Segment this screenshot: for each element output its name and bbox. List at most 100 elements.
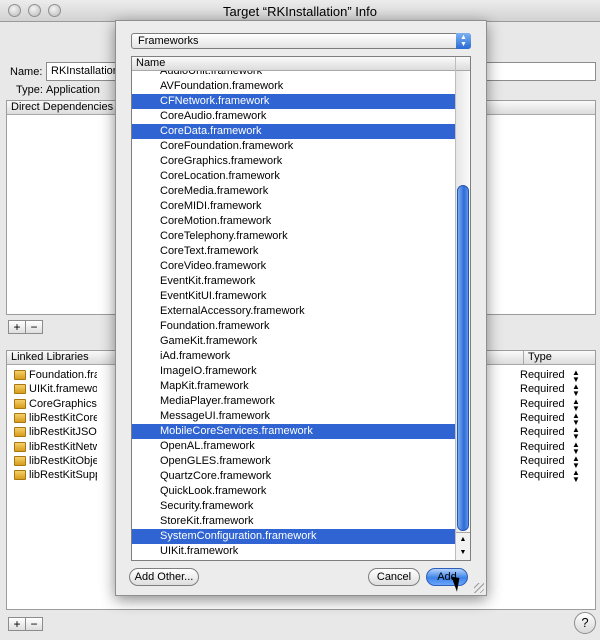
framework-row[interactable]: AudioUnit.framework [132, 71, 456, 79]
type-stepper-icon[interactable]: ▲ ▼ [572, 369, 580, 384]
type-stepper-icon[interactable]: ▲ ▼ [572, 426, 580, 441]
remove-dependency-button[interactable]: − [25, 320, 43, 334]
library-row[interactable]: UIKit.framework [14, 383, 97, 397]
framework-row[interactable]: CoreLocation.framework [132, 169, 456, 184]
framework-row[interactable]: iAd.framework [132, 349, 456, 364]
add-dependency-button[interactable]: + [8, 320, 26, 334]
title-bar: Target “RKInstallation” Info [0, 0, 600, 22]
framework-icon [14, 370, 26, 381]
library-type[interactable]: Required [520, 469, 565, 481]
library-row[interactable]: libRestKitCoreData.a [14, 412, 97, 426]
framework-row[interactable]: CFNetwork.framework [132, 94, 456, 109]
name-column-header[interactable]: Name [132, 57, 456, 71]
cancel-button[interactable]: Cancel [368, 568, 420, 586]
framework-icon [14, 398, 26, 409]
library-row[interactable]: libRestKitObjectMapping.a [14, 455, 97, 469]
scroll-down-icon[interactable]: ▼ [460, 549, 467, 556]
resize-grip-icon[interactable] [474, 583, 484, 593]
library-type[interactable]: Required [520, 398, 565, 410]
framework-row[interactable]: MapKit.framework [132, 379, 456, 394]
scroll-arrows[interactable]: ▲ ▼ [456, 532, 470, 560]
framework-row[interactable]: UIKit.framework [132, 544, 456, 559]
add-other-button[interactable]: Add Other... [129, 568, 199, 586]
library-row[interactable]: libRestKitNetwork.a [14, 441, 97, 455]
frameworks-rows: AudioUnit.framework AVFoundation.framewor… [132, 71, 456, 560]
type-stepper-icon[interactable]: ▲ ▼ [572, 411, 580, 426]
framework-row[interactable]: EventKit.framework [132, 274, 456, 289]
library-name: libRestKitCoreData.a [29, 411, 97, 424]
library-type[interactable]: Required [520, 441, 565, 453]
frameworks-popup[interactable]: Frameworks ▲ ▼ [131, 33, 471, 49]
scrollbar-thumb[interactable] [457, 185, 469, 531]
framework-row[interactable]: CoreMotion.framework [132, 214, 456, 229]
framework-row[interactable]: MessageUI.framework [132, 409, 456, 424]
scroll-up-icon[interactable]: ▲ [460, 536, 467, 543]
framework-row[interactable]: CoreText.framework [132, 244, 456, 259]
framework-row[interactable]: EventKitUI.framework [132, 289, 456, 304]
add-frameworks-sheet: Frameworks ▲ ▼ Name AudioUnit.framework AV… [115, 20, 487, 596]
library-name: libRestKitJSONParser.a [29, 426, 97, 439]
framework-row[interactable]: MediaPlayer.framework [132, 394, 456, 409]
scrollbar-top-cap [456, 57, 470, 71]
type-value: Application [46, 84, 100, 96]
framework-row[interactable]: MobileCoreServices.framework [132, 424, 456, 439]
type-stepper-icon[interactable]: ▲ ▼ [572, 397, 580, 412]
framework-row[interactable]: StoreKit.framework [132, 514, 456, 529]
framework-row[interactable]: SystemConfiguration.framework [132, 529, 456, 544]
framework-row[interactable]: Foundation.framework [132, 319, 456, 334]
library-row[interactable]: CoreGraphics.framework [14, 398, 97, 412]
library-type[interactable]: Required [520, 369, 565, 381]
framework-row[interactable]: CoreVideo.framework [132, 259, 456, 274]
library-type[interactable]: Required [520, 426, 565, 438]
framework-icon [14, 441, 26, 452]
frameworks-popup-value: Frameworks [138, 35, 199, 47]
framework-row[interactable]: CoreTelephony.framework [132, 229, 456, 244]
framework-icon [14, 470, 26, 481]
window-title: Target “RKInstallation” Info [223, 4, 377, 19]
library-type[interactable]: Required [520, 455, 565, 467]
frameworks-list[interactable]: Name AudioUnit.framework AVFoundation.fra… [131, 56, 471, 561]
name-field[interactable]: RKInstallation [46, 62, 122, 81]
library-row[interactable]: libRestKitJSONParser.a [14, 426, 97, 440]
framework-row[interactable]: OpenGLES.framework [132, 454, 456, 469]
framework-row[interactable]: ImageIO.framework [132, 364, 456, 379]
linked-libraries-title: Linked Libraries [11, 351, 89, 363]
framework-icon [14, 412, 26, 423]
type-column-header[interactable]: Type [523, 351, 597, 365]
framework-icon [14, 384, 26, 395]
type-stepper-icon[interactable]: ▲ ▼ [572, 454, 580, 469]
name-field-end[interactable] [484, 62, 596, 81]
add-library-button[interactable]: + [8, 617, 26, 631]
framework-row[interactable]: CoreMIDI.framework [132, 199, 456, 214]
library-row[interactable]: libRestKitSupport.a [14, 469, 97, 483]
updown-arrows-icon: ▲ ▼ [456, 33, 471, 49]
framework-row[interactable]: CoreData.framework [132, 124, 456, 139]
framework-row[interactable]: CoreGraphics.framework [132, 154, 456, 169]
framework-row[interactable]: CoreMedia.framework [132, 184, 456, 199]
library-name: libRestKitNetwork.a [29, 440, 97, 453]
framework-row[interactable]: QuickLook.framework [132, 484, 456, 499]
library-name: libRestKitObjectMapping.a [29, 454, 97, 467]
framework-icon [14, 427, 26, 438]
vertical-scrollbar[interactable]: ▲ ▼ [455, 57, 470, 560]
framework-row[interactable]: OpenAL.framework [132, 439, 456, 454]
type-stepper-icon[interactable]: ▲ ▼ [572, 469, 580, 484]
framework-row[interactable]: CoreFoundation.framework [132, 139, 456, 154]
framework-row[interactable]: QuartzCore.framework [132, 469, 456, 484]
name-label: Name: [10, 66, 43, 78]
framework-row[interactable]: CoreAudio.framework [132, 109, 456, 124]
remove-library-button[interactable]: − [25, 617, 43, 631]
library-type[interactable]: Required [520, 383, 565, 395]
framework-row[interactable]: AVFoundation.framework [132, 79, 456, 94]
help-button[interactable]: ? [574, 612, 596, 634]
library-name: CoreGraphics.framework [29, 397, 97, 410]
framework-row[interactable]: GameKit.framework [132, 334, 456, 349]
framework-row[interactable]: Security.framework [132, 499, 456, 514]
type-label: Type: [16, 84, 43, 96]
type-stepper-icon[interactable]: ▲ ▼ [572, 440, 580, 455]
library-row[interactable]: Foundation.framework [14, 369, 97, 383]
framework-row[interactable]: ExternalAccessory.framework [132, 304, 456, 319]
library-name: Foundation.framework [29, 369, 97, 382]
library-type[interactable]: Required [520, 412, 565, 424]
type-stepper-icon[interactable]: ▲ ▼ [572, 383, 580, 398]
